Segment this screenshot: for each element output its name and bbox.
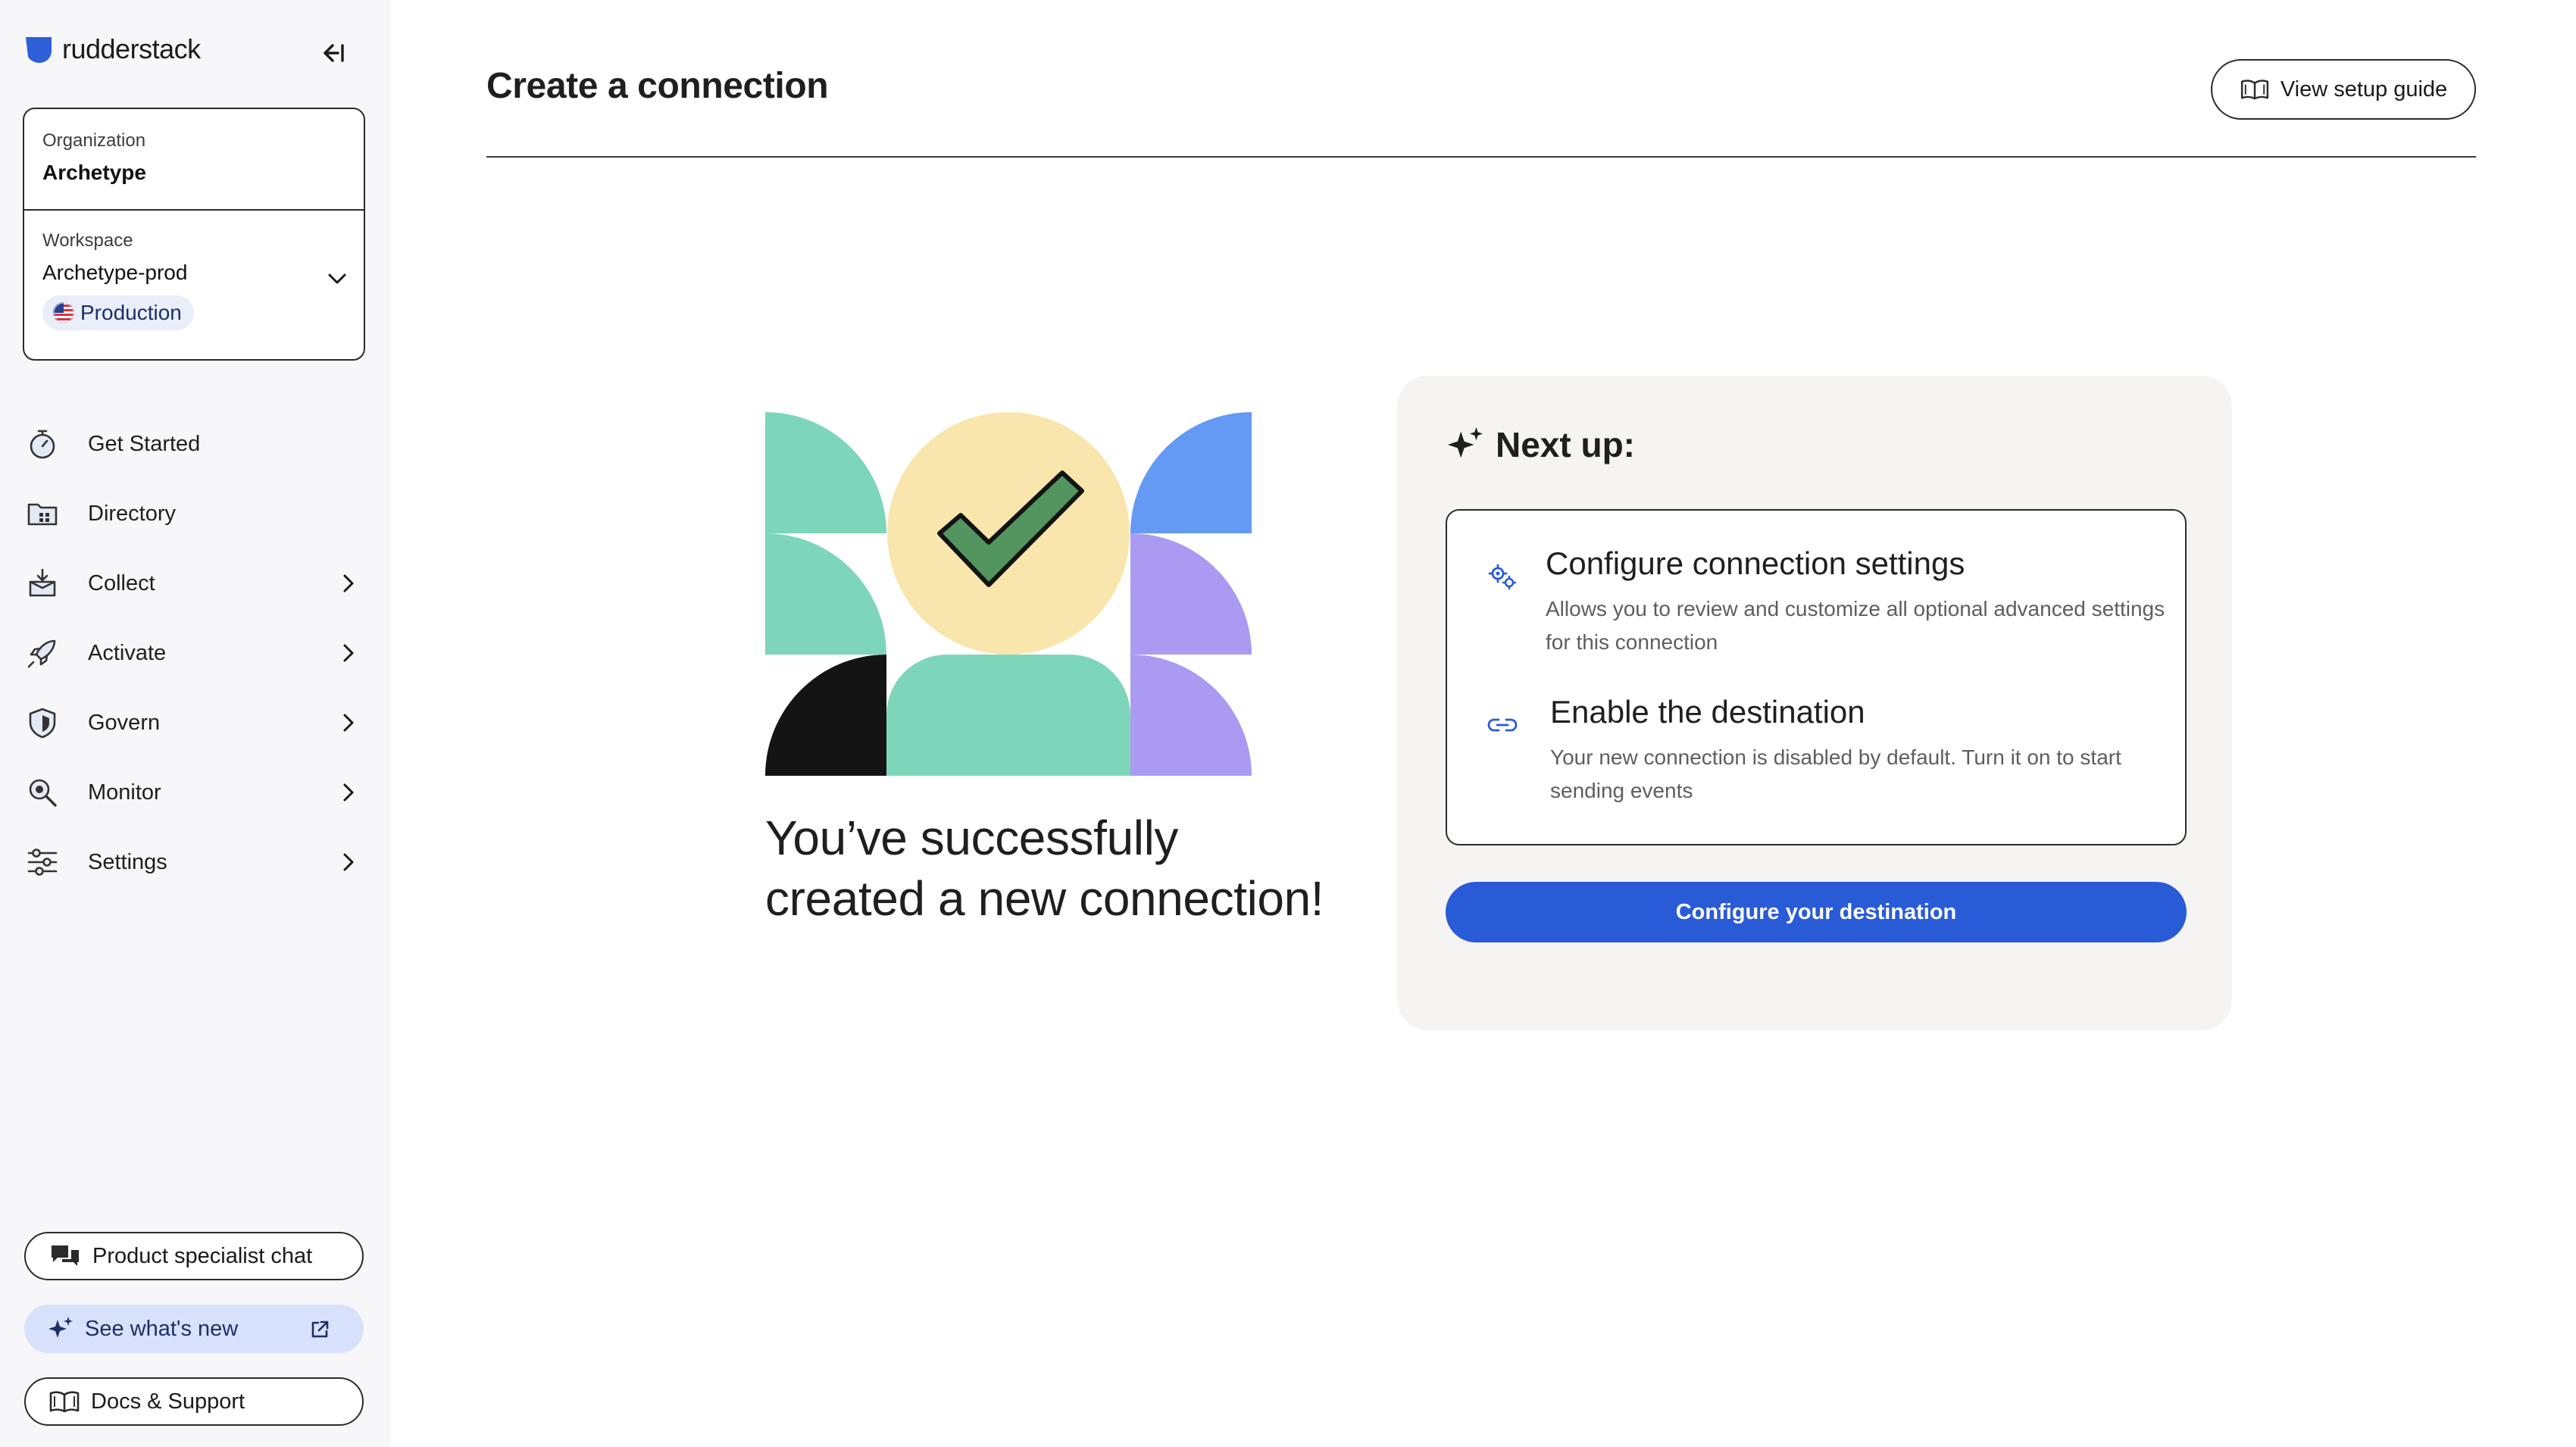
sidebar: rudderstack Organization Archetype Works… [0,0,389,1447]
collapse-sidebar-button[interactable] [317,36,350,70]
docs-support-label: Docs & Support [91,1389,245,1414]
sliders-icon [23,842,62,882]
workspace-selector[interactable]: Workspace Archetype-prod Production [24,211,364,359]
nav-label: Activate [88,640,167,665]
task-description: Your new connection is disabled by defau… [1550,745,2121,802]
nav-item-directory[interactable]: Directory [23,479,356,548]
gears-icon [1488,564,1517,590]
nav-label: Govern [88,710,161,735]
nav-item-collect[interactable]: Collect [23,548,356,618]
shield-icon [23,703,62,742]
nav-item-settings[interactable]: Settings [23,827,356,897]
task-title: Configure connection settings [1546,545,1965,581]
organization-section[interactable]: Organization Archetype [24,109,364,211]
next-up-label: Next up: [1496,425,1635,464]
organization-name: Archetype [42,161,146,184]
magnifier-icon [23,773,62,812]
task-title: Enable the destination [1550,694,1865,730]
book-icon [49,1391,80,1413]
external-link-icon [311,1320,329,1338]
task-description: Allows you to review and customize all o… [1546,597,2165,654]
inbox-icon [23,564,62,603]
chevron-right-icon [343,714,354,732]
docs-support-button[interactable]: Docs & Support [24,1377,364,1426]
success-line-2: created a new connection! [765,871,1324,926]
us-flag-icon [53,302,74,323]
success-line-1: You’ve successfully [765,811,1178,865]
success-illustration [765,412,1252,776]
environment-label: Production [80,301,182,324]
rudderstack-logo[interactable]: rudderstack [24,33,201,65]
chevron-right-icon [343,783,354,802]
title-divider [486,156,2476,158]
product-specialist-chat-button[interactable]: Product specialist chat [24,1232,364,1280]
workspace-name: Archetype-prod [42,261,188,284]
logo-text: rudderstack [62,33,201,64]
view-setup-guide-button[interactable]: View setup guide [2211,59,2476,120]
chevron-down-icon [328,273,346,284]
page-title: Create a connection [486,66,829,106]
sparkles-icon [48,1317,73,1338]
nav-label: Get Started [88,431,201,456]
nav-label: Directory [88,501,177,526]
task-configure-settings: Configure connection settings Allows you… [1485,545,2174,659]
stopwatch-icon [23,424,62,464]
task-enable-destination: Enable the destination Your new connecti… [1485,694,2179,808]
nav-label: Settings [88,849,167,874]
collapse-left-icon [324,44,344,62]
folder-icon [23,494,62,533]
organization-label: Organization [42,130,146,151]
environment-badge: Production [42,295,194,330]
configure-destination-button[interactable]: Configure your destination [1446,882,2187,942]
rocket-icon [23,633,62,673]
see-whats-new-button[interactable]: See what's new [24,1305,364,1353]
nav-item-activate[interactable]: Activate [23,618,356,688]
sparkles-icon [1447,427,1483,458]
success-message: You’ve successfully created a new connec… [765,808,1386,929]
nav-item-get-started[interactable]: Get Started [23,409,356,479]
product-specialist-chat-label: Product specialist chat [92,1243,313,1268]
see-whats-new-label: See what's new [85,1316,239,1341]
next-up-panel: Next up: Configure connection settings A… [1397,376,2232,1030]
link-icon [1487,718,1518,732]
rudderstack-logo-icon [26,37,52,63]
next-steps-card: Configure connection settings Allows you… [1446,509,2187,845]
chevron-right-icon [343,853,354,871]
main-nav: Get Started Directory Collect Activate G… [23,409,356,897]
chevron-right-icon [343,644,354,662]
chevron-right-icon [343,574,354,592]
nav-item-monitor[interactable]: Monitor [23,758,356,827]
nav-label: Monitor [88,780,161,805]
view-setup-guide-label: View setup guide [2280,77,2448,102]
book-icon [2240,80,2268,100]
nav-label: Collect [88,570,155,595]
org-workspace-switcher: Organization Archetype Workspace Archety… [23,108,365,361]
nav-item-govern[interactable]: Govern [23,688,356,758]
workspace-label: Workspace [42,230,133,251]
chat-bubbles-icon [52,1245,79,1266]
next-up-heading: Next up: [1446,424,1635,465]
